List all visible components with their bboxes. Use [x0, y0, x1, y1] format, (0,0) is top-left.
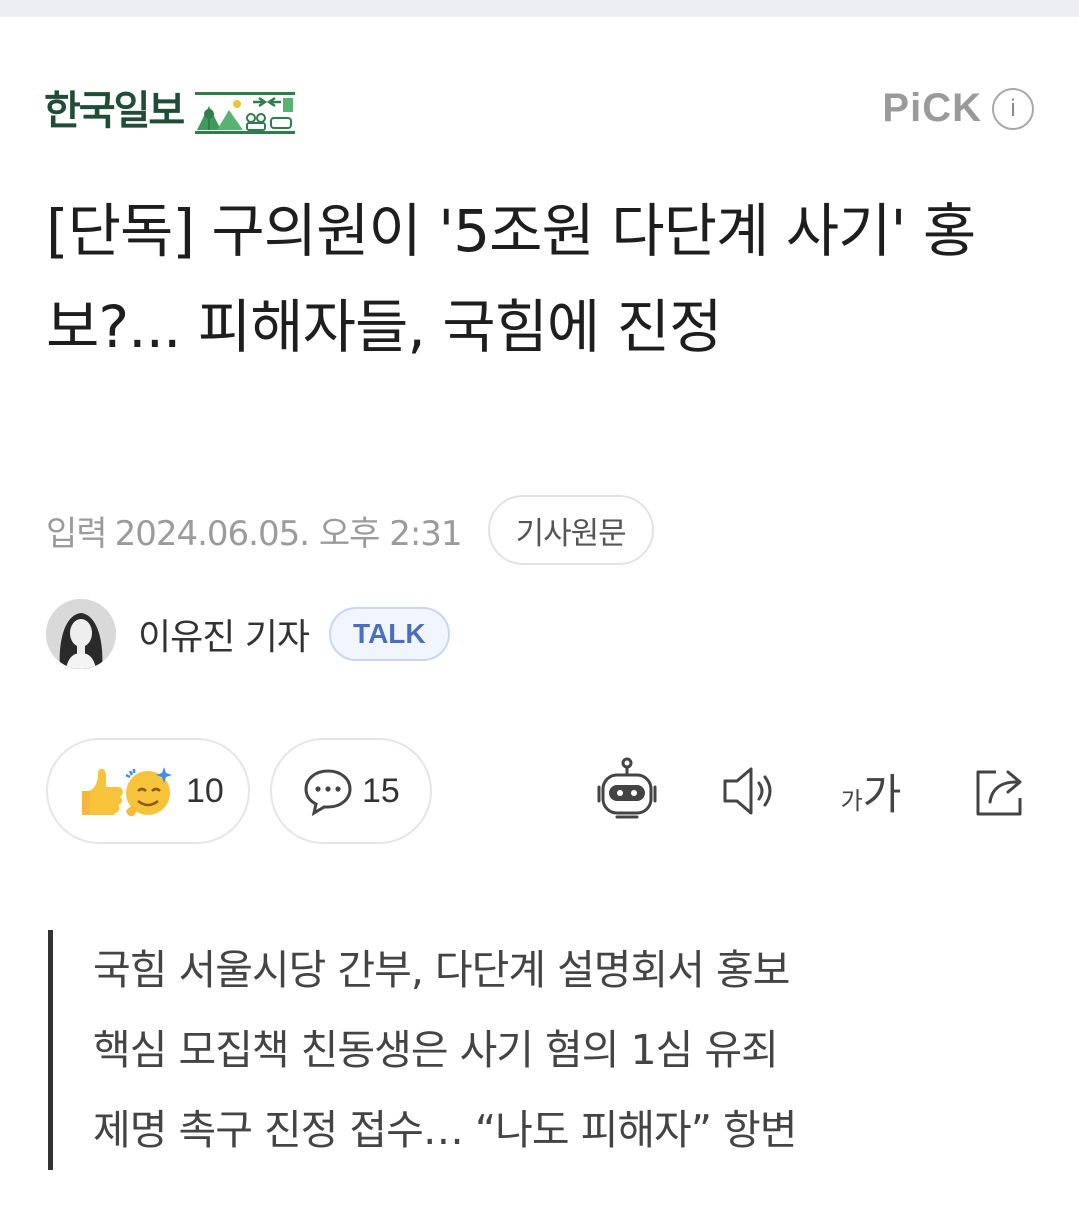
share-button[interactable] — [966, 756, 1036, 826]
robot-icon — [597, 757, 657, 819]
summary-line-1: 국힘 서울시당 간부, 다단계 설명회서 홍보 — [93, 946, 790, 994]
info-icon[interactable]: i — [992, 87, 1034, 130]
press-logo[interactable]: 한국일보 — [44, 86, 296, 136]
reporter-portrait-icon — [46, 599, 116, 669]
input-label: 입력 — [46, 513, 108, 554]
summary-line-3: 제명 촉구 진정 접수… “나도 피해자” 항변 — [93, 1106, 797, 1154]
comment-count: 15 — [362, 771, 400, 810]
listen-button[interactable] — [714, 756, 784, 826]
reporter-name[interactable]: 이유진 기자 — [138, 608, 310, 660]
article-meta: 입력 2024.06.05. 오후 2:31 기사원문 — [46, 495, 654, 565]
pick-label: PiCK — [882, 86, 982, 130]
font-size-small-icon: 가 — [840, 786, 863, 815]
press-name: 한국일보 — [44, 88, 185, 134]
article-header: 한국일보 PiCK i — [44, 82, 1034, 142]
article-date: 2024.06.05. 오후 2:31 — [114, 513, 463, 554]
speaker-icon — [723, 767, 772, 815]
original-article-button[interactable]: 기사원문 — [487, 495, 654, 565]
summary-line-2: 핵심 모집책 친동생은 사기 혐의 1심 유죄 — [93, 1026, 779, 1074]
comment-bubble-icon — [304, 769, 352, 817]
top-strip — [0, 0, 1079, 17]
reporter-avatar[interactable] — [46, 599, 116, 669]
font-size-button[interactable]: 가 가 — [836, 756, 906, 826]
article-headline: [단독] 구의원이 '5조원 다단계 사기' 홍보?... 피해자들, 국힘에 … — [46, 197, 976, 361]
reaction-emoji-icon — [82, 767, 172, 817]
comment-button[interactable]: 15 — [270, 738, 432, 844]
reaction-count: 10 — [186, 771, 224, 810]
article-summary: 국힘 서울시당 간부, 다단계 설명회서 홍보 핵심 모집책 친동생은 사기 혐… — [48, 930, 1008, 1170]
article-action-bar: 10 15 가 가 — [46, 738, 1036, 844]
press-emblem-icon — [195, 89, 296, 134]
reaction-button[interactable]: 10 — [46, 738, 250, 844]
reporter-info: 이유진 기자 TALK — [46, 598, 450, 670]
share-icon — [976, 770, 1022, 816]
summary-bot-button[interactable] — [592, 756, 662, 826]
font-size-large-icon: 가 — [862, 769, 902, 819]
talk-button[interactable]: TALK — [329, 607, 450, 661]
pick-badge[interactable]: PiCK i — [882, 86, 1034, 131]
